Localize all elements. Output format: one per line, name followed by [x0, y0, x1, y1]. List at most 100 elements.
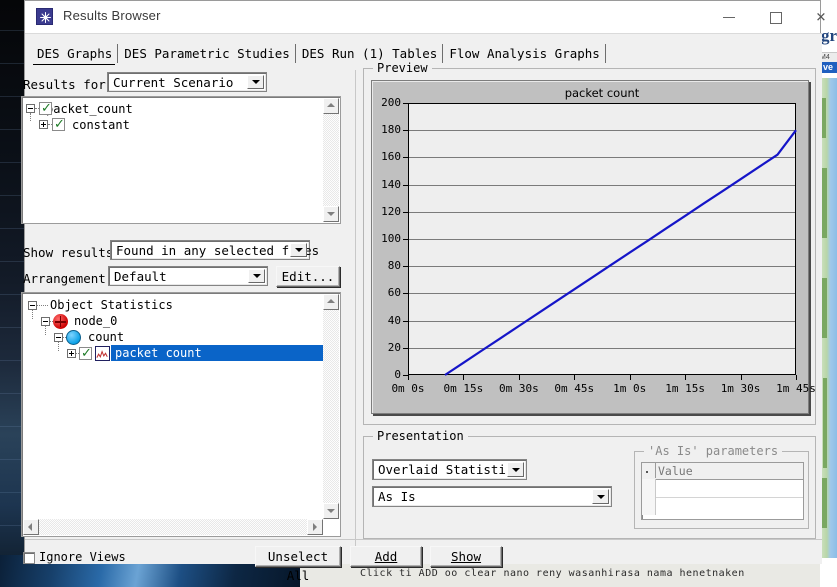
tree-connector — [30, 113, 31, 121]
results-for-combo[interactable]: Current Scenario — [107, 72, 267, 92]
scroll-up-button[interactable] — [323, 98, 339, 114]
tree-item-label: count — [88, 330, 125, 344]
tree-item-label: packet_count — [46, 102, 133, 116]
scrollbar-track[interactable] — [323, 114, 339, 206]
map-landmass — [822, 168, 827, 238]
as-is-parameters-legend: 'As Is' parameters — [644, 444, 783, 458]
minimize-icon — [723, 16, 735, 18]
collapse-expander-icon[interactable] — [54, 333, 63, 342]
chevron-down-icon[interactable] — [507, 462, 524, 477]
scroll-down-button[interactable] — [323, 503, 339, 519]
presentation-group: Presentation Overlaid Statistics As Is '… — [363, 429, 816, 539]
scrollbar-track[interactable] — [323, 310, 339, 503]
preview-group: Preview packet count 0 20 40 60 80 100 120 140 1… — [363, 61, 816, 425]
tree-item-label: node_0 — [74, 314, 118, 328]
tree-item-node-0[interactable]: node_0 — [74, 313, 117, 329]
chevron-down-icon[interactable] — [290, 243, 307, 257]
table-header-value: Value — [658, 464, 693, 478]
starburst-icon — [36, 8, 53, 25]
table-header-index — [642, 463, 656, 478]
minimize-button[interactable] — [706, 1, 752, 32]
tab-label: DES Parametric Studies — [124, 46, 290, 61]
node-red-icon — [53, 314, 68, 329]
edit-button[interactable]: Edit... — [276, 266, 340, 287]
footer-divider-left — [25, 539, 355, 540]
expand-expander-icon[interactable] — [67, 349, 76, 358]
column-divider — [355, 70, 356, 566]
footer-divider-right — [356, 539, 822, 540]
background-app-right: gr M4 ve — [820, 0, 837, 587]
as-is-parameters-table[interactable]: Value — [641, 462, 804, 520]
show-button[interactable]: Show — [430, 546, 502, 567]
tab-label: DES Run (1) Tables — [301, 46, 438, 61]
arrangement-combo[interactable]: Default — [108, 266, 268, 286]
presentation-mode-combo[interactable]: Overlaid Statistics — [372, 459, 527, 480]
collapse-expander-icon[interactable] — [41, 317, 50, 326]
tree-connector — [45, 326, 46, 335]
background-app-selection: ve — [822, 62, 837, 73]
tree-checkbox-constant[interactable]: ✓ — [52, 118, 65, 131]
tab-flow-analysis-graphs[interactable]: Flow Analysis Graphs — [443, 44, 606, 64]
dialog-client-area: DES Graphs DES Parametric Studies DES Ru… — [21, 33, 822, 583]
tree-checkbox-packet-count[interactable]: ✓ — [79, 347, 92, 360]
tree-item-label: constant — [72, 118, 130, 132]
scroll-right-button[interactable] — [307, 519, 323, 535]
chevron-down-icon[interactable] — [248, 269, 265, 283]
chart-canvas[interactable]: packet count 0 20 40 60 80 100 120 140 160 180 200… — [371, 80, 816, 414]
chevron-down-icon[interactable] — [592, 489, 609, 504]
tab-divider — [604, 44, 606, 63]
chart-series-line — [444, 129, 797, 376]
show-results-label: Show results: — [23, 245, 121, 260]
tree-item-packet-count-selected[interactable]: packet count — [111, 345, 325, 361]
results-for-value: Current Scenario — [113, 75, 234, 90]
top-results-tree[interactable]: packet_count ✓ ✓ constant — [21, 96, 341, 224]
presentation-legend: Presentation — [373, 429, 468, 443]
arrangement-value: Default — [114, 269, 167, 284]
collapse-expander-icon[interactable] — [28, 301, 37, 310]
top-tree-vertical-scrollbar[interactable] — [323, 98, 339, 222]
scroll-down-button[interactable] — [323, 206, 339, 222]
add-button[interactable]: Add — [350, 546, 422, 567]
screen: Click ti ADD oo clear nano reny wasanhir… — [0, 0, 837, 587]
scanline — [0, 261, 24, 262]
show-results-combo[interactable]: Found in any selected files — [110, 240, 319, 260]
maximize-icon — [770, 11, 782, 24]
show-results-value: Found in any selected files — [116, 243, 320, 258]
tree-item-constant[interactable]: constant — [72, 117, 130, 133]
maximize-button[interactable] — [752, 1, 798, 32]
tab-bar: DES Graphs DES Parametric Studies DES Ru… — [31, 44, 606, 65]
bottom-tree-vertical-scrollbar[interactable] — [323, 294, 339, 519]
tab-des-graphs[interactable]: DES Graphs — [31, 44, 119, 65]
object-statistics-tree[interactable]: Object Statistics node_0 count ✓ packet … — [21, 292, 341, 537]
statistic-graph-icon — [95, 346, 110, 361]
scroll-left-button[interactable] — [23, 519, 39, 535]
tab-des-parametric-studies[interactable]: DES Parametric Studies — [118, 44, 296, 64]
bottom-tree-horizontal-scrollbar[interactable] — [23, 519, 323, 535]
statistic-graph-glyph — [96, 350, 108, 358]
close-icon: ✕ — [815, 9, 827, 24]
collapse-expander-icon[interactable] — [26, 104, 35, 113]
scrollbar-track[interactable] — [39, 519, 307, 535]
close-button[interactable]: ✕ — [798, 1, 837, 32]
scanline — [0, 63, 24, 64]
unselect-all-button[interactable]: Unselect All — [255, 546, 341, 583]
chevron-down-icon[interactable] — [247, 75, 264, 89]
scroll-up-button[interactable] — [323, 294, 339, 310]
expand-expander-icon[interactable] — [39, 120, 48, 129]
table-row[interactable] — [642, 479, 803, 498]
table-header: Value — [642, 463, 803, 480]
tree-item-label: packet count — [115, 346, 202, 360]
tree-item-packet-count[interactable]: packet_count — [46, 101, 133, 117]
tree-item-count[interactable]: count — [88, 329, 124, 345]
ignore-views-label: Ignore Views — [39, 550, 126, 564]
tree-checkbox-packet-count[interactable]: ✓ — [39, 102, 52, 115]
scanline — [0, 228, 24, 229]
results-browser-window: Results Browser ✕ DES Graphs DES Paramet… — [21, 0, 826, 583]
chart-series-layer — [444, 129, 797, 376]
presentation-processing-combo[interactable]: As Is — [372, 486, 612, 507]
ignore-views-checkbox[interactable] — [23, 552, 35, 564]
tree-item-object-statistics[interactable]: Object Statistics — [50, 297, 173, 313]
scanline — [0, 30, 24, 31]
table-row[interactable] — [642, 497, 803, 515]
title-bar: Results Browser ✕ — [25, 1, 826, 33]
